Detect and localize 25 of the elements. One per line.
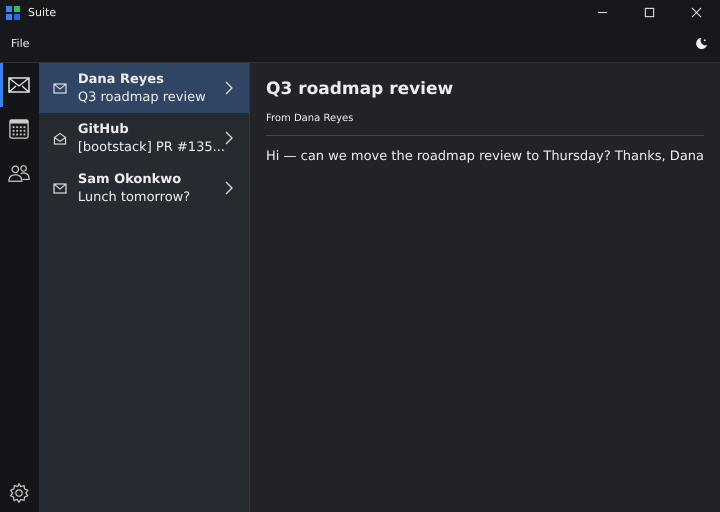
message-sender: GitHub bbox=[78, 122, 130, 136]
message-subject: [bootstack] PR #135... bbox=[78, 140, 226, 154]
people-icon bbox=[8, 163, 30, 183]
message-item[interactable]: GitHub [bootstack] PR #135... bbox=[38, 113, 250, 163]
window-title: Suite bbox=[28, 6, 56, 19]
message-subject: Q3 roadmap review bbox=[78, 90, 207, 104]
close-icon[interactable] bbox=[691, 7, 702, 18]
menu-item[interactable]: File bbox=[11, 37, 30, 50]
chevron-right-icon bbox=[225, 81, 234, 95]
message-sender: Sam Okonkwo bbox=[78, 172, 182, 186]
chevron-right-icon bbox=[225, 181, 234, 195]
chevron-right-icon bbox=[225, 131, 234, 145]
moon-icon[interactable] bbox=[695, 37, 708, 50]
settings-icon[interactable] bbox=[8, 482, 30, 504]
message-item[interactable]: Dana Reyes Q3 roadmap review bbox=[38, 63, 250, 113]
message-title: Q3 roadmap review bbox=[266, 79, 454, 99]
message-body: Hi — can we move the roadmap review to Thursday? Thanks, Dana bbox=[266, 149, 704, 164]
maximize-icon[interactable] bbox=[644, 7, 655, 18]
message-from: From Dana Reyes bbox=[266, 113, 354, 124]
message-item[interactable]: Sam Okonkwo Lunch tomorrow? bbox=[38, 163, 250, 213]
mail-icon bbox=[8, 75, 30, 95]
message-subject: Lunch tomorrow? bbox=[78, 190, 192, 204]
app-logo-icon bbox=[6, 6, 20, 20]
calendar-icon bbox=[8, 119, 30, 139]
message-sender: Dana Reyes bbox=[78, 72, 165, 86]
